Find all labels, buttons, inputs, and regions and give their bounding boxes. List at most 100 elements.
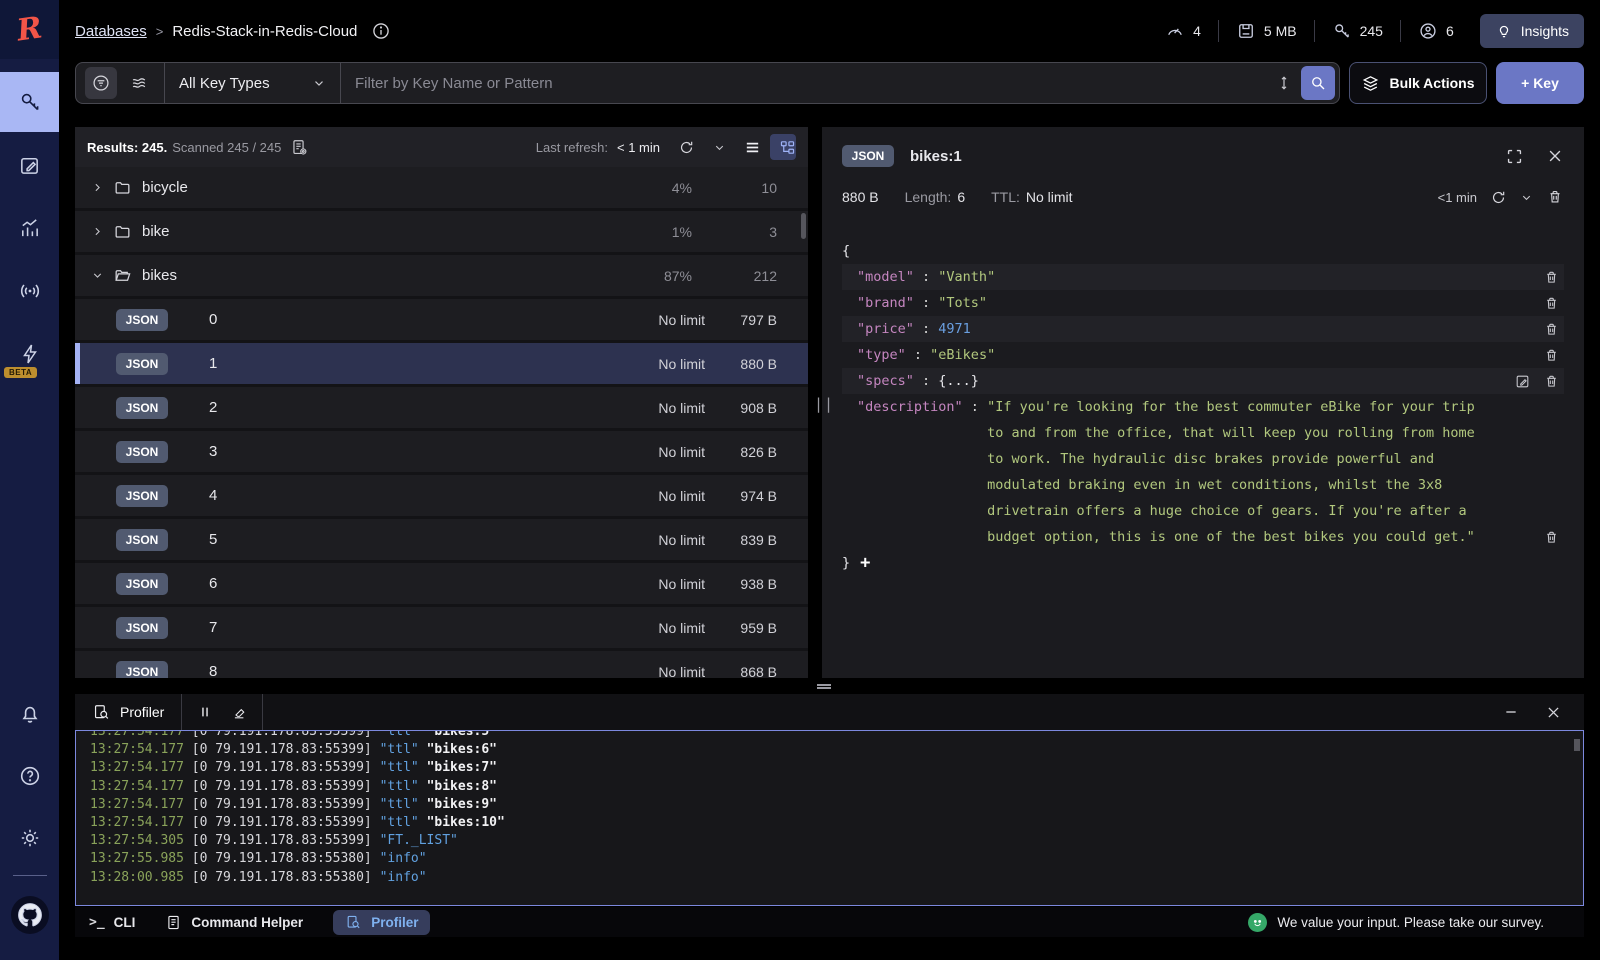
refresh-options-chevron-icon[interactable]: [1520, 191, 1533, 204]
sidebar-item-workbench[interactable]: [0, 135, 59, 195]
key-row-bikes-8[interactable]: JSON 8 No limit 868 B: [75, 651, 808, 678]
profiler-toggle-button[interactable]: Profiler: [333, 910, 430, 935]
json-colon: :: [906, 342, 930, 368]
delete-field-icon[interactable]: [1543, 321, 1560, 338]
key-ttl: No limit: [575, 488, 705, 504]
add-field-icon[interactable]: +: [860, 555, 870, 572]
profiler-scrollbar[interactable]: [1574, 739, 1580, 751]
profiler-log[interactable]: 13:27:54.177 [0 79.191.178.83:55399] "tt…: [75, 730, 1584, 906]
close-icon[interactable]: [1545, 704, 1562, 721]
folder-count: 3: [692, 224, 777, 240]
log-line: 13:27:54.177 [0 79.191.178.83:55399] "tt…: [90, 814, 1583, 832]
help-button[interactable]: [0, 745, 59, 807]
insights-button[interactable]: Insights: [1480, 14, 1584, 48]
key-row-bikes-3[interactable]: JSON 3 No limit 826 B: [75, 431, 808, 472]
add-key-button[interactable]: + Key: [1496, 62, 1584, 104]
notifications-button[interactable]: [0, 683, 59, 745]
json-field-brand[interactable]: "brand" : "Tots": [842, 290, 1564, 316]
fullscreen-icon[interactable]: [1505, 147, 1524, 166]
command-helper-button[interactable]: Command Helper: [165, 914, 303, 931]
key-ttl: No limit: [575, 532, 705, 548]
clear-profiler-button[interactable]: [224, 697, 254, 727]
log-line: 13:28:00.985 [0 79.191.178.83:55380] "in…: [90, 869, 1583, 887]
close-icon[interactable]: [1546, 147, 1564, 165]
key-row-bikes-1[interactable]: JSON 1 No limit 880 B: [75, 343, 808, 384]
filter-mode-button[interactable]: [85, 67, 117, 99]
delete-key-icon[interactable]: [1546, 188, 1564, 206]
minimize-icon[interactable]: [1503, 704, 1519, 720]
delete-field-icon[interactable]: [1543, 269, 1560, 286]
key-list-scrollbar[interactable]: [801, 213, 806, 239]
key-row-bikes-4[interactable]: JSON 4 No limit 974 B: [75, 475, 808, 516]
bulk-actions-button[interactable]: Bulk Actions: [1349, 62, 1487, 104]
cli-button[interactable]: >_ CLI: [89, 915, 135, 930]
key-row-bikes-0[interactable]: JSON 0 No limit 797 B: [75, 299, 808, 340]
settings-button[interactable]: [0, 807, 59, 869]
edit-field-icon[interactable]: [1514, 373, 1531, 390]
json-field-model[interactable]: "model" : "Vanth": [842, 264, 1564, 290]
chevron-down-icon: [312, 76, 326, 90]
delete-field-icon[interactable]: [1543, 529, 1560, 546]
key-ttl: No limit: [575, 400, 705, 416]
json-field-value[interactable]: {...}: [938, 368, 1514, 394]
metric-divider: [1314, 20, 1315, 42]
scan-mode-button[interactable]: [123, 67, 155, 99]
folder-percent: 1%: [602, 224, 692, 240]
sidebar: R BETA: [0, 0, 59, 960]
refresh-icon[interactable]: [678, 139, 695, 156]
delete-field-icon[interactable]: [1543, 373, 1560, 390]
sidebar-item-triggers-functions[interactable]: BETA: [0, 324, 59, 384]
key-row-bikes-6[interactable]: JSON 6 No limit 938 B: [75, 563, 808, 604]
delete-field-icon[interactable]: [1543, 295, 1560, 312]
key-type-dropdown[interactable]: All Key Types: [165, 63, 341, 103]
redis-home-button[interactable]: R: [0, 0, 59, 59]
metric-commands-value: 4: [1193, 23, 1201, 39]
key-row-bikes-7[interactable]: JSON 7 No limit 959 B: [75, 607, 808, 648]
key-filter-input[interactable]: [341, 75, 1275, 92]
sidebar-item-browser[interactable]: [0, 72, 59, 132]
delete-field-icon[interactable]: [1543, 347, 1560, 364]
key-ttl: No limit: [575, 576, 705, 592]
pause-profiler-button[interactable]: [190, 697, 220, 727]
bulk-actions-label: Bulk Actions: [1389, 75, 1474, 91]
key-row-bikes-5[interactable]: JSON 5 No limit 839 B: [75, 519, 808, 560]
json-colon: :: [963, 394, 987, 420]
list-view-button[interactable]: [735, 134, 761, 160]
key-row-bikes-2[interactable]: JSON 2 No limit 908 B: [75, 387, 808, 428]
json-field-description[interactable]: "description" : "If you're looking for t…: [842, 394, 1564, 550]
scan-settings-icon[interactable]: [290, 138, 309, 157]
github-button[interactable]: [0, 884, 59, 946]
json-field-key: "price": [857, 316, 914, 342]
database-metrics: 4 5 MB 245 6: [1165, 20, 1454, 42]
survey-link[interactable]: We value your input. Please take our sur…: [1248, 913, 1574, 932]
sort-updown-icon[interactable]: [1275, 74, 1293, 92]
json-field-value: "If you're looking for the best commuter…: [987, 394, 1492, 550]
refresh-options-chevron-icon[interactable]: [713, 141, 726, 154]
tree-folder-bikes[interactable]: bikes 87% 212: [75, 255, 808, 296]
ttl-value[interactable]: No limit: [1026, 189, 1073, 205]
info-icon[interactable]: [371, 21, 391, 41]
tree-folder-bicycle[interactable]: bicycle 4% 10: [75, 167, 808, 208]
json-field-specs[interactable]: "specs" : {...}: [842, 368, 1564, 394]
metric-commands: 4: [1165, 21, 1201, 41]
gear-icon: [18, 826, 42, 850]
key-type-badge: JSON: [116, 573, 168, 595]
tree-folder-bike[interactable]: bike 1% 3: [75, 211, 808, 252]
question-icon: [18, 764, 42, 788]
json-field-type[interactable]: "type" : "eBikes": [842, 342, 1564, 368]
lightbulb-icon: [1495, 22, 1513, 40]
breadcrumb-databases-link[interactable]: Databases: [75, 23, 147, 40]
beta-badge: BETA: [4, 367, 37, 378]
search-button[interactable]: [1301, 66, 1335, 100]
profiler-header: Profiler: [75, 694, 1584, 730]
browser-panels: Results: 245. Scanned 245 / 245 Last ref…: [75, 127, 1584, 678]
profiler-tab[interactable]: Profiler: [75, 694, 182, 730]
tree-view-button[interactable]: [770, 134, 796, 160]
bottom-panel-resize-handle[interactable]: [817, 683, 831, 690]
sidebar-item-analytics[interactable]: [0, 198, 59, 258]
sidebar-item-pubsub[interactable]: [0, 261, 59, 321]
json-field-price[interactable]: "price" : 4971: [842, 316, 1564, 342]
main-area: Databases > Redis-Stack-in-Redis-Cloud 4…: [59, 0, 1600, 960]
refresh-icon[interactable]: [1490, 189, 1507, 206]
panel-resize-handle[interactable]: ||: [814, 395, 834, 413]
